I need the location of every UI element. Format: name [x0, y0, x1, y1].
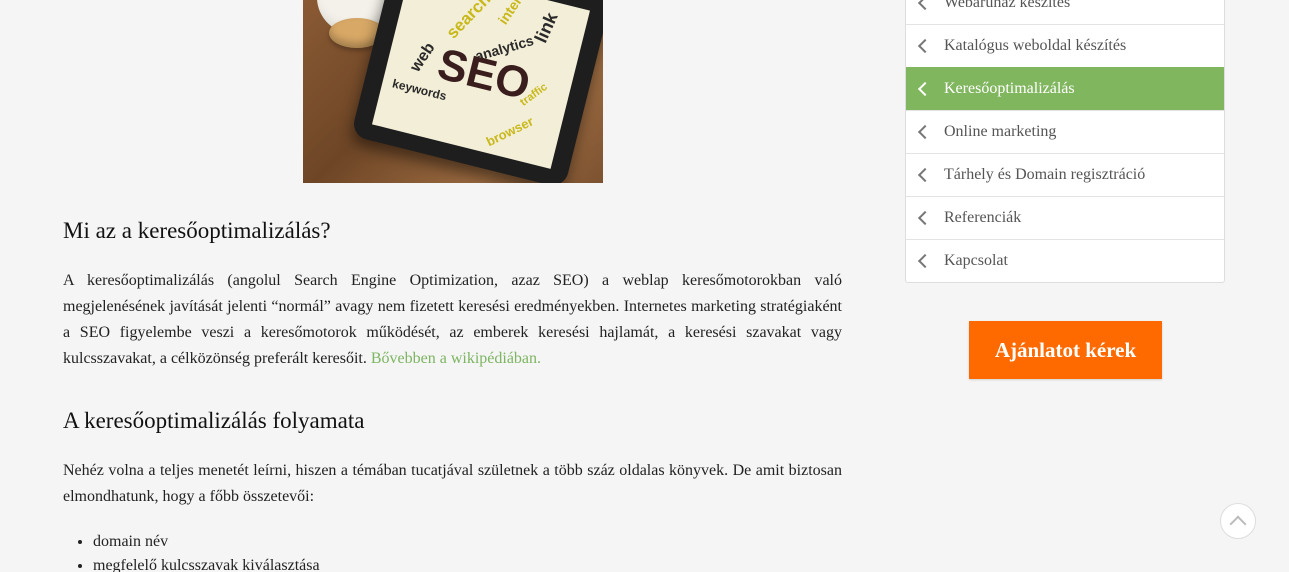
tablet-graphic: internet link search analytics web SEO t… — [350, 0, 603, 183]
sidebar-item-hosting-domain[interactable]: Tárhely és Domain regisztráció — [906, 153, 1224, 196]
chevron-left-icon — [917, 38, 933, 54]
sidebar-item-seo[interactable]: Keresőoptimalizálás — [906, 67, 1224, 110]
chevron-left-icon — [917, 81, 933, 97]
process-steps-list: domain név megfelelő kulcsszavak kiválas… — [63, 530, 320, 572]
sidebar-item-catalog-website[interactable]: Katalógus weboldal készítés — [906, 24, 1224, 67]
sidebar-item-label: Kapcsolat — [944, 252, 1008, 269]
list-item: domain név — [93, 530, 320, 554]
section-heading-what-is-seo: Mi az a keresőoptimalizálás? — [63, 218, 331, 243]
section-heading-process: A keresőoptimalizálás folyamata — [63, 408, 365, 433]
tablet-screen: internet link search analytics web SEO t… — [372, 0, 590, 169]
sidebar-item-label: Katalógus weboldal készítés — [944, 37, 1127, 54]
services-sidebar-menu: Webáruház készítés Katalógus weboldal ké… — [905, 0, 1225, 283]
chevron-left-icon — [917, 0, 933, 10]
intro-paragraph: A keresőoptimalizálás (angolul Search En… — [63, 268, 842, 372]
word-cloud-word: search — [442, 0, 495, 43]
page: internet link search analytics web SEO t… — [0, 0, 1289, 572]
request-quote-button[interactable]: Ajánlatot kérek — [969, 321, 1162, 379]
chevron-left-icon — [917, 253, 933, 269]
sidebar-item-online-marketing[interactable]: Online marketing — [906, 110, 1224, 153]
chevron-left-icon — [917, 124, 933, 140]
sidebar-item-webshop[interactable]: Webáruház készítés — [906, 0, 1224, 24]
word-cloud-word: internet — [494, 0, 537, 28]
sidebar-item-label: Tárhely és Domain regisztráció — [944, 166, 1146, 183]
chevron-left-icon — [917, 167, 933, 183]
wikipedia-link[interactable]: Bővebben a wikipédiában. — [371, 350, 541, 367]
scroll-to-top-button[interactable] — [1220, 503, 1256, 539]
word-cloud-word: link — [530, 9, 562, 46]
chevron-up-icon — [1229, 515, 1247, 532]
sidebar-item-label: Referenciák — [944, 209, 1022, 226]
process-paragraph: Nehéz volna a teljes menetét leírni, his… — [63, 462, 842, 505]
sidebar-item-label: Keresőoptimalizálás — [944, 80, 1075, 97]
sidebar-item-references[interactable]: Referenciák — [906, 196, 1224, 239]
sidebar-item-label: Webáruház készítés — [944, 0, 1071, 11]
word-cloud-word: web — [407, 39, 439, 76]
seo-tablet-image: internet link search analytics web SEO t… — [303, 0, 603, 183]
chevron-left-icon — [917, 210, 933, 226]
word-cloud-word: browser — [483, 113, 536, 150]
list-item: megfelelő kulcsszavak kiválasztása — [93, 554, 320, 572]
sidebar-item-label: Online marketing — [944, 123, 1057, 140]
sidebar-item-contact[interactable]: Kapcsolat — [906, 239, 1224, 282]
